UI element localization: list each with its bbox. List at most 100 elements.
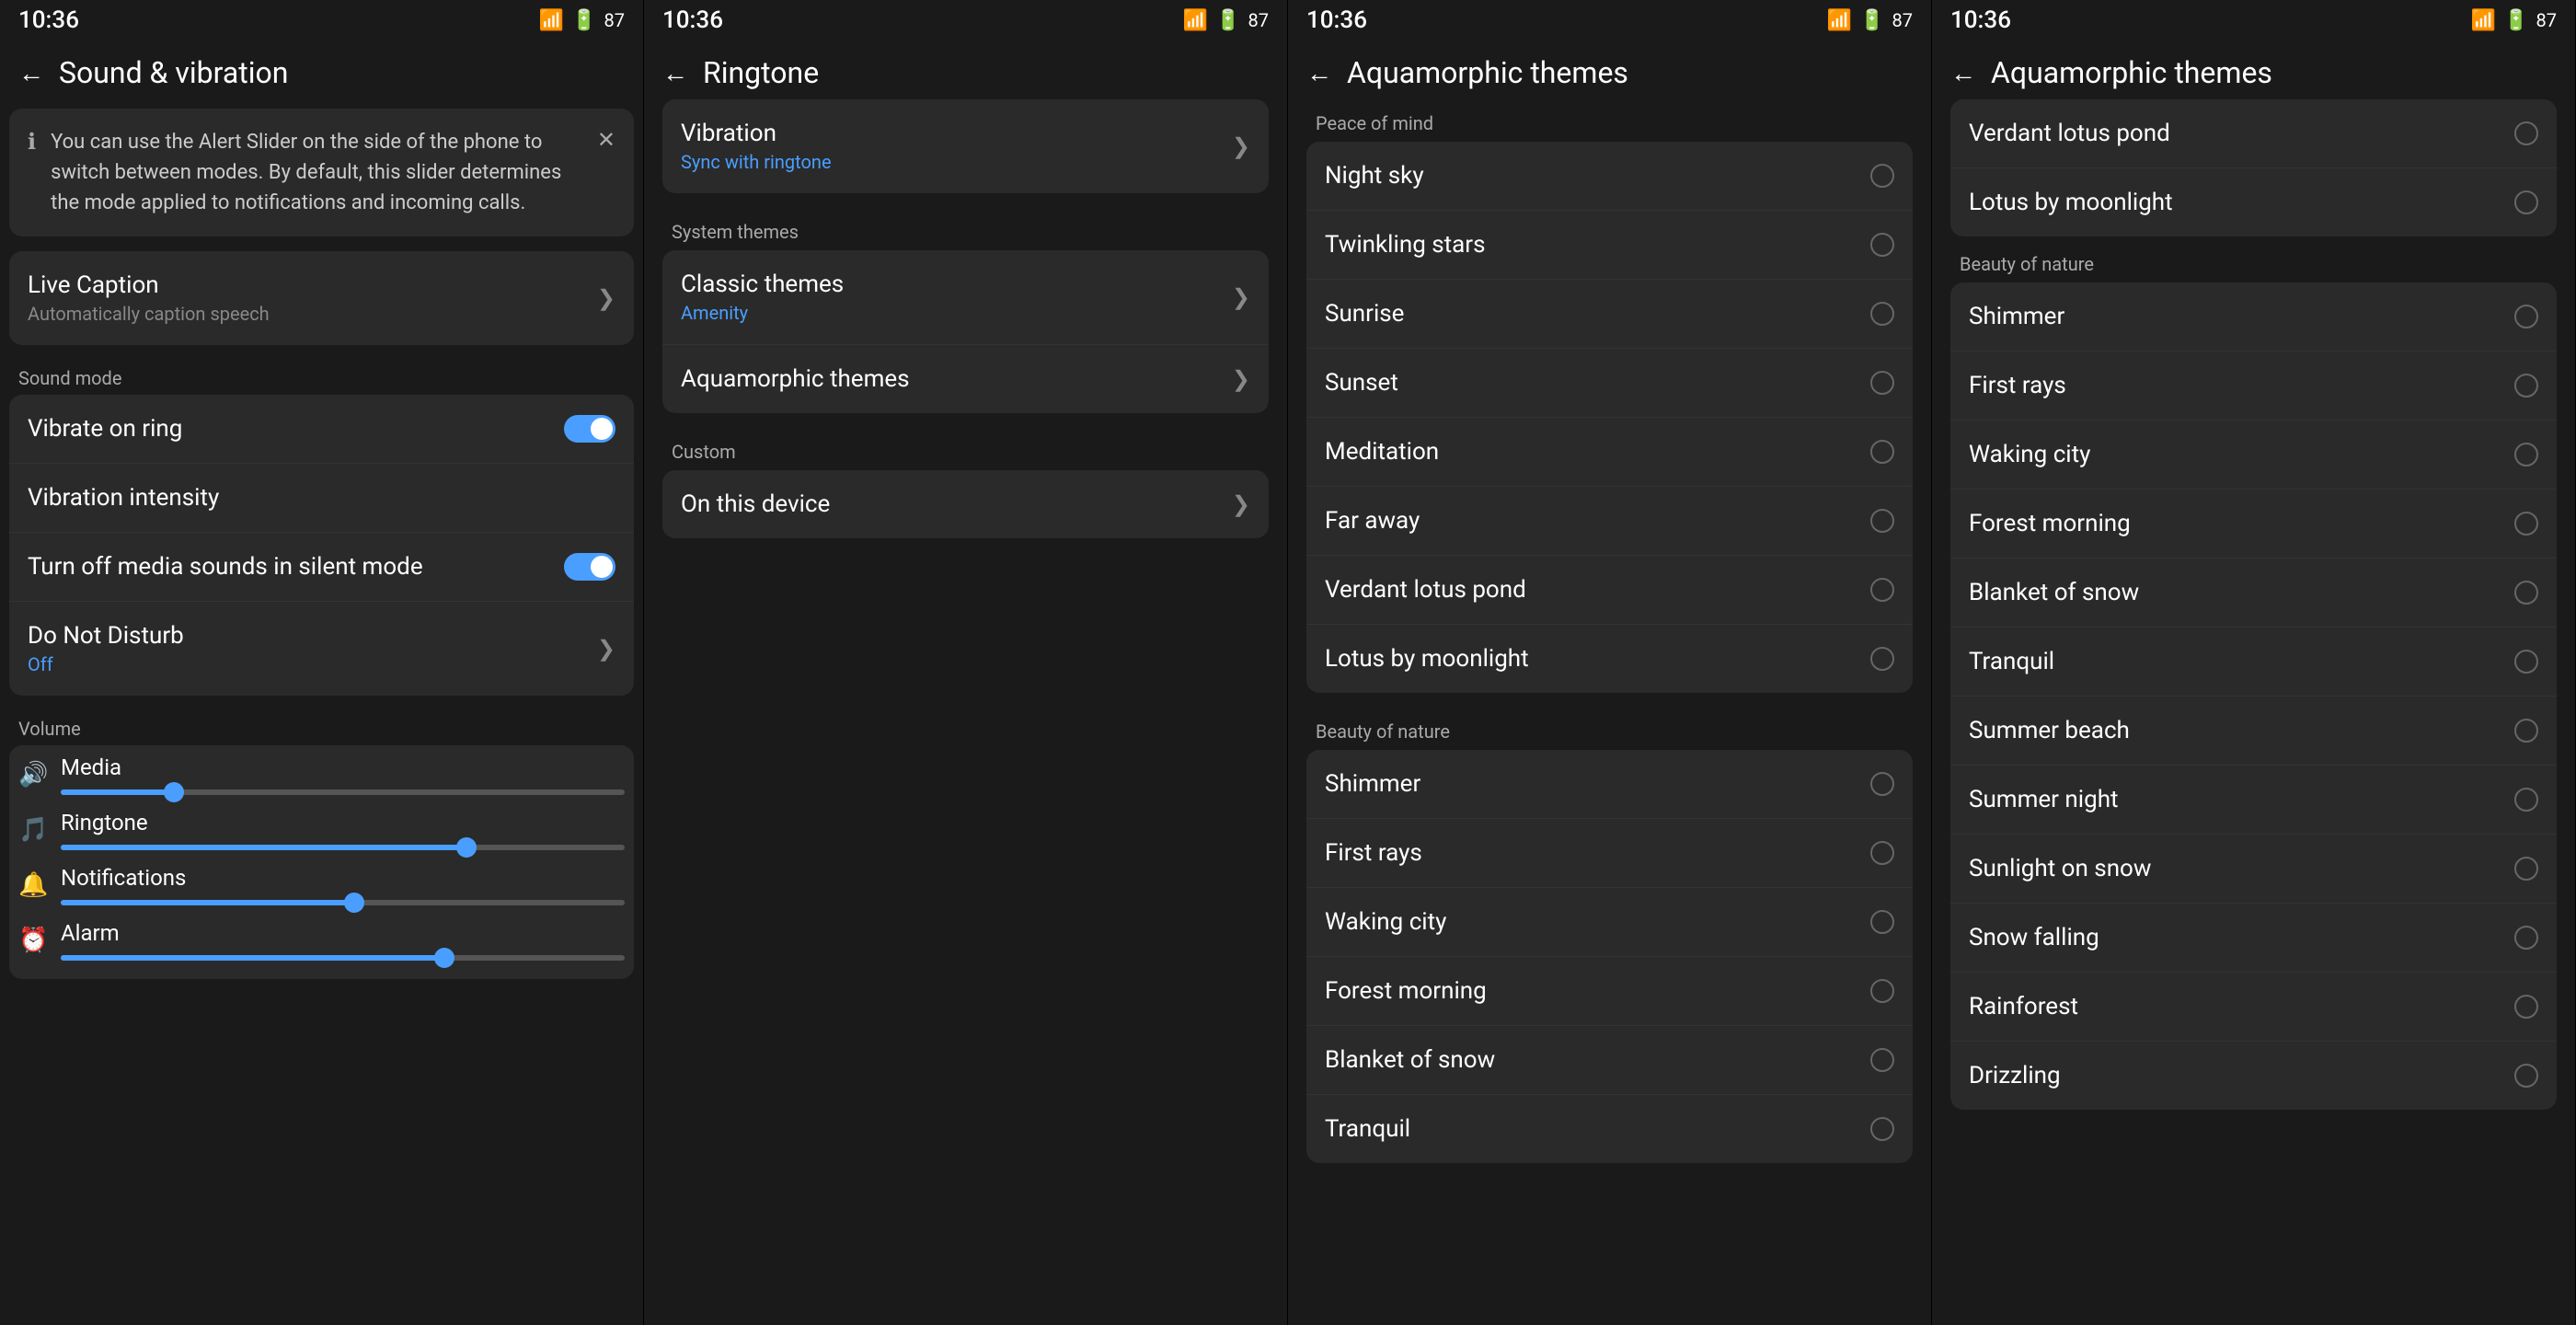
back-button[interactable]: ← xyxy=(1306,58,1332,88)
radio-button[interactable] xyxy=(2514,995,2538,1019)
settings-row[interactable]: Vibrate on ring xyxy=(9,395,634,464)
radio-button[interactable] xyxy=(1870,979,1894,1003)
list-item[interactable]: Twinkling stars xyxy=(1306,211,1913,280)
radio-button[interactable] xyxy=(1870,578,1894,602)
radio-button[interactable] xyxy=(2514,190,2538,214)
toggle[interactable] xyxy=(564,415,615,443)
item-title: On this device xyxy=(681,490,1232,518)
list-item[interactable]: Classic themes Amenity ❯ xyxy=(662,250,1269,345)
list-item[interactable]: Verdant lotus pond xyxy=(1306,556,1913,625)
slider-track[interactable] xyxy=(61,955,625,961)
list-item[interactable]: Shimmer xyxy=(1950,282,2557,351)
radio-button[interactable] xyxy=(1870,647,1894,671)
settings-row[interactable]: Turn off media sounds in silent mode xyxy=(9,533,634,602)
list-item[interactable]: Waking city xyxy=(1950,421,2557,490)
item-title: Rainforest xyxy=(1969,993,2514,1020)
list-item[interactable]: Summer night xyxy=(1950,766,2557,835)
slider-track[interactable] xyxy=(61,845,625,850)
list-item[interactable]: Lotus by moonlight xyxy=(1306,625,1913,693)
radio-button[interactable] xyxy=(1870,910,1894,934)
list-item[interactable]: First rays xyxy=(1306,819,1913,888)
list-item[interactable]: Sunrise xyxy=(1306,280,1913,349)
list-item[interactable]: Vibration Sync with ringtone ❯ xyxy=(662,99,1269,193)
back-button[interactable]: ← xyxy=(662,58,688,88)
radio-button[interactable] xyxy=(1870,509,1894,533)
slider-thumb[interactable] xyxy=(164,782,184,802)
radio-button[interactable] xyxy=(2514,581,2538,605)
chevron-right-icon: ❯ xyxy=(1232,491,1250,517)
close-icon[interactable]: ✕ xyxy=(597,127,615,153)
radio-button[interactable] xyxy=(2514,512,2538,536)
status-bar: 10:36 📶 🔋 87 xyxy=(0,0,643,40)
radio-button[interactable] xyxy=(2514,788,2538,812)
status-time: 10:36 xyxy=(662,6,723,34)
slider-thumb[interactable] xyxy=(434,948,454,968)
slider-track[interactable] xyxy=(61,900,625,905)
status-icons: 📶 🔋 87 xyxy=(1827,9,1913,32)
radio-button[interactable] xyxy=(1870,233,1894,257)
item-title: Sunrise xyxy=(1325,300,1870,328)
radio-button[interactable] xyxy=(1870,440,1894,464)
radio-button[interactable] xyxy=(2514,719,2538,743)
wifi-icon: 📶 xyxy=(1827,9,1852,32)
radio-button[interactable] xyxy=(1870,164,1894,188)
item-title: Forest morning xyxy=(1325,977,1870,1005)
list-item[interactable]: Waking city xyxy=(1306,888,1913,957)
radio-button[interactable] xyxy=(1870,772,1894,796)
live-caption-row[interactable]: Live Caption Automatically caption speec… xyxy=(9,251,634,345)
list-item[interactable]: On this device ❯ xyxy=(662,470,1269,538)
radio-button[interactable] xyxy=(1870,1117,1894,1141)
radio-button[interactable] xyxy=(2514,305,2538,328)
list-item[interactable]: Night sky xyxy=(1306,142,1913,211)
list-item[interactable]: Tranquil xyxy=(1306,1095,1913,1163)
radio-button[interactable] xyxy=(2514,374,2538,398)
list-item[interactable]: Tranquil xyxy=(1950,628,2557,697)
radio-button[interactable] xyxy=(2514,926,2538,950)
radio-button[interactable] xyxy=(1870,302,1894,326)
slider-thumb[interactable] xyxy=(456,837,477,858)
battery-percent: 87 xyxy=(2536,9,2557,31)
list-item[interactable]: Rainforest xyxy=(1950,973,2557,1042)
volume-slider-row: ⏰ Alarm xyxy=(18,920,625,975)
radio-button[interactable] xyxy=(1870,1048,1894,1072)
list-item[interactable]: Meditation xyxy=(1306,418,1913,487)
back-button[interactable]: ← xyxy=(18,58,44,88)
list-item[interactable]: Lotus by moonlight xyxy=(1950,168,2557,236)
wifi-icon: 📶 xyxy=(1183,9,1208,32)
item-title: Lotus by moonlight xyxy=(1325,645,1870,673)
settings-row[interactable]: Do Not Disturb Off ❯ xyxy=(9,602,634,696)
radio-button[interactable] xyxy=(1870,841,1894,865)
list-card: On this device ❯ xyxy=(662,470,1269,538)
radio-button[interactable] xyxy=(2514,121,2538,145)
slider-thumb[interactable] xyxy=(344,893,364,913)
list-item[interactable]: Snow falling xyxy=(1950,904,2557,973)
list-item[interactable]: Blanket of snow xyxy=(1306,1026,1913,1095)
volume-label: Media xyxy=(61,755,625,780)
radio-button[interactable] xyxy=(1870,371,1894,395)
list-item[interactable]: Sunset xyxy=(1306,349,1913,418)
list-item[interactable]: Drizzling xyxy=(1950,1042,2557,1110)
list-item[interactable]: Shimmer xyxy=(1306,750,1913,819)
list-item[interactable]: Blanket of snow xyxy=(1950,559,2557,628)
list-item[interactable]: Far away xyxy=(1306,487,1913,556)
radio-button[interactable] xyxy=(2514,857,2538,881)
list-item[interactable]: Sunlight on snow xyxy=(1950,835,2557,904)
list-item[interactable]: Verdant lotus pond xyxy=(1950,99,2557,168)
slider-track[interactable] xyxy=(61,789,625,795)
item-title: Lotus by moonlight xyxy=(1969,189,2514,216)
radio-button[interactable] xyxy=(2514,1064,2538,1088)
list-item[interactable]: Summer beach xyxy=(1950,697,2557,766)
list-item[interactable]: Aquamorphic themes ❯ xyxy=(662,345,1269,413)
settings-row[interactable]: Vibration intensity xyxy=(9,464,634,533)
chevron-right-icon: ❯ xyxy=(597,636,615,662)
list-card: Shimmer First rays Waking city Forest mo… xyxy=(1306,750,1913,1163)
page-title: Aquamorphic themes xyxy=(1347,55,1628,90)
list-item[interactable]: Forest morning xyxy=(1950,490,2557,559)
back-button[interactable]: ← xyxy=(1950,58,1976,88)
radio-button[interactable] xyxy=(2514,650,2538,674)
list-item[interactable]: First rays xyxy=(1950,351,2557,421)
radio-button[interactable] xyxy=(2514,443,2538,467)
list-item[interactable]: Forest morning xyxy=(1306,957,1913,1026)
item-sub: Amenity xyxy=(681,302,1232,324)
toggle[interactable] xyxy=(564,553,615,581)
